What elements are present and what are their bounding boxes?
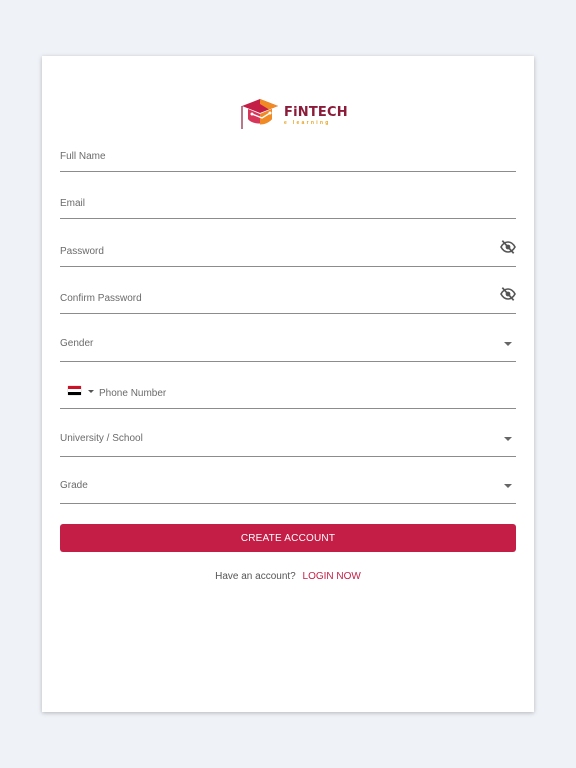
email-input[interactable]	[60, 189, 516, 218]
login-prompt: Have an account? LOGIN NOW	[42, 571, 534, 582]
university-label: University / School	[60, 433, 143, 444]
confirm-password-input[interactable]	[60, 284, 516, 313]
login-now-link[interactable]: LOGIN NOW	[303, 571, 361, 582]
password-input[interactable]	[60, 237, 516, 266]
university-select[interactable]: University / School	[60, 427, 516, 457]
grade-select[interactable]: Grade	[60, 474, 516, 504]
caret-down-icon[interactable]	[504, 342, 512, 346]
eye-off-icon[interactable]	[500, 239, 516, 255]
gender-select[interactable]: Gender	[60, 332, 516, 362]
graduation-cap-icon	[241, 99, 278, 129]
fintech-logo: FiNTECH e learning	[240, 96, 348, 132]
caret-down-icon[interactable]	[504, 437, 512, 441]
full-name-field[interactable]	[60, 142, 516, 172]
gender-label: Gender	[60, 338, 94, 349]
confirm-password-field[interactable]	[60, 284, 516, 314]
logo-subtitle: e learning	[284, 120, 331, 126]
have-account-text: Have an account?	[215, 571, 296, 582]
country-caret-down-icon[interactable]	[88, 390, 94, 393]
caret-down-icon[interactable]	[504, 484, 512, 488]
phone-field[interactable]	[60, 379, 516, 409]
password-field[interactable]	[60, 237, 516, 267]
grade-label: Grade	[60, 480, 88, 491]
eye-off-icon[interactable]	[500, 286, 516, 302]
egypt-flag-icon[interactable]	[68, 386, 81, 395]
logo-title: FiNTECH	[284, 105, 348, 120]
phone-input[interactable]	[99, 379, 509, 408]
email-field[interactable]	[60, 189, 516, 219]
full-name-input[interactable]	[60, 142, 516, 171]
create-account-button[interactable]: CREATE ACCOUNT	[60, 524, 516, 552]
signup-card: FiNTECH e learning Gender	[42, 56, 534, 712]
